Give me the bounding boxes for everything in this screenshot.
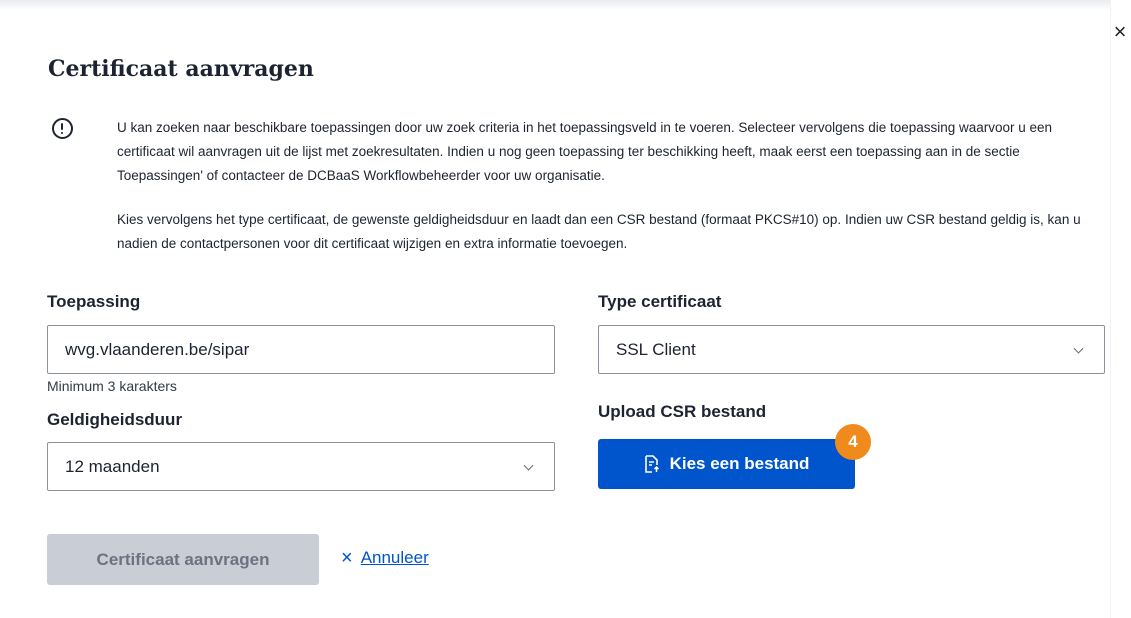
submit-button[interactable]: Certificaat aanvragen [47, 534, 319, 585]
geldigheidsduur-select[interactable]: 12 maanden [47, 442, 555, 491]
submit-label: Certificaat aanvragen [96, 549, 270, 569]
cancel-label: Annuleer [360, 548, 429, 567]
toepassing-label: Toepassing [47, 292, 141, 311]
chevron-down-icon [1073, 343, 1084, 354]
geldigheidsduur-label: Geldigheidsduur [47, 410, 183, 429]
dialog-title: Certificaat aanvragen [48, 56, 314, 82]
geldigheidsduur-value: 12 maanden [65, 456, 160, 476]
scroll-gutter [1110, 0, 1131, 618]
close-icon: × [1113, 19, 1127, 44]
close-icon: × [341, 547, 353, 569]
upload-csr-label: Upload CSR bestand [598, 402, 767, 421]
cancel-link[interactable]: × Annuleer [341, 548, 429, 568]
file-upload-icon [644, 455, 659, 473]
backdrop-edge [0, 0, 1131, 10]
type-certificaat-value: SSL Client [616, 339, 696, 359]
toepassing-value: wvg.vlaanderen.be/sipar [65, 339, 250, 359]
intro-paragraph: Kies vervolgens het type certificaat, de… [117, 212, 1081, 251]
choose-file-button[interactable]: Kies een bestand [598, 439, 855, 489]
close-button[interactable]: × [1108, 20, 1131, 44]
info-icon [52, 118, 73, 139]
type-certificaat-label: Type certificaat [598, 292, 722, 311]
toepassing-hint: Minimum 3 karakters [47, 378, 177, 394]
intro-text: U kan zoeken naar beschikbare toepassing… [117, 116, 1102, 256]
toepassing-input[interactable]: wvg.vlaanderen.be/sipar [47, 325, 555, 374]
type-certificaat-select[interactable]: SSL Client [598, 325, 1105, 374]
intro-paragraph: U kan zoeken naar beschikbare toepassing… [117, 120, 1053, 183]
step-badge: 4 [835, 424, 871, 460]
chevron-down-icon [523, 460, 534, 471]
choose-file-label: Kies een bestand [669, 454, 810, 473]
